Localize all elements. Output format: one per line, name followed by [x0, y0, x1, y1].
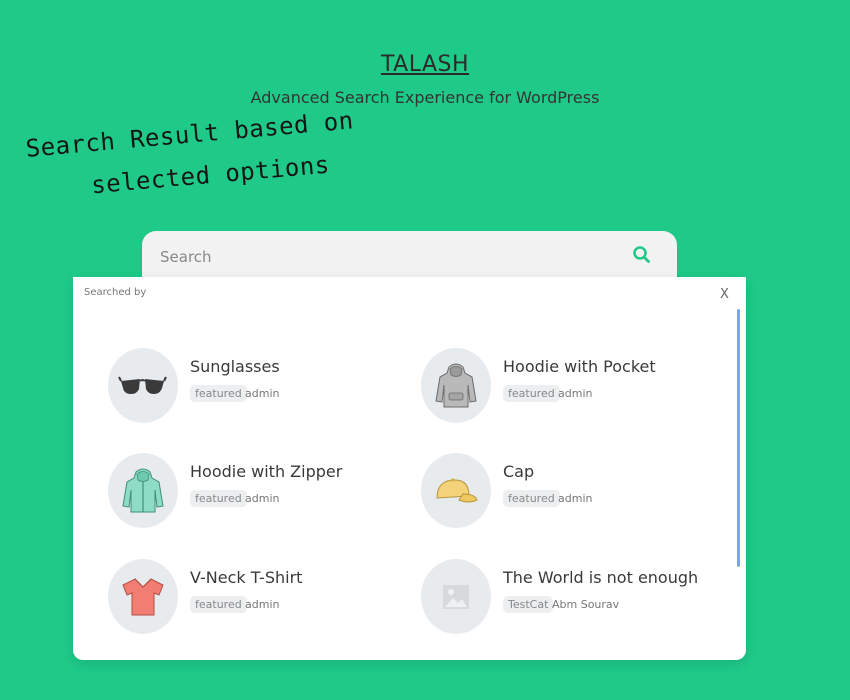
annotation-text: Search Result based on selected options — [24, 97, 390, 212]
result-thumbnail — [108, 453, 178, 528]
result-tag: featured — [190, 490, 247, 507]
result-title: V-Neck T-Shirt — [190, 568, 303, 587]
result-tag: featured — [190, 385, 247, 402]
search-results-panel: Searched by X Sunglasses featured admin … — [73, 277, 746, 660]
result-item-hoodie-with-zipper[interactable]: Hoodie with Zipper featured admin — [108, 453, 408, 529]
result-author: Abm Sourav — [552, 598, 620, 611]
result-item-the-world-is-not-enough[interactable]: The World is not enough TestCat Abm Sour… — [421, 559, 721, 635]
close-button[interactable]: X — [720, 287, 729, 302]
result-thumbnail — [108, 559, 178, 634]
scrollbar[interactable] — [737, 309, 740, 567]
result-item-v-neck-t-shirt[interactable]: V-Neck T-Shirt featured admin — [108, 559, 408, 635]
search-button[interactable] — [630, 243, 654, 267]
result-thumbnail — [421, 348, 491, 423]
result-thumbnail — [421, 453, 491, 528]
result-author: admin — [558, 492, 593, 505]
result-tag: featured — [190, 596, 247, 613]
page-tagline: Advanced Search Experience for WordPress — [250, 88, 600, 107]
result-thumbnail — [108, 348, 178, 423]
image-placeholder-icon — [443, 584, 469, 609]
result-title: Hoodie with Zipper — [190, 462, 343, 481]
result-author: admin — [558, 387, 593, 400]
cap-icon — [436, 477, 478, 502]
result-title: Cap — [503, 462, 535, 481]
result-tag: TestCat — [503, 596, 554, 613]
tshirt-icon — [122, 577, 164, 615]
hoodie-pocket-icon — [435, 363, 477, 407]
page-title: TALASH — [380, 52, 470, 77]
search-input[interactable] — [158, 245, 612, 269]
searched-by-label: Searched by — [84, 287, 147, 298]
hoodie-zipper-icon — [122, 468, 164, 512]
result-item-sunglasses[interactable]: Sunglasses featured admin — [108, 348, 408, 424]
sunglasses-icon — [118, 376, 167, 394]
result-item-cap[interactable]: Cap featured admin — [421, 453, 721, 529]
result-item-hoodie-with-pocket[interactable]: Hoodie with Pocket featured admin — [421, 348, 721, 424]
search-icon — [633, 246, 650, 263]
result-tag: featured — [503, 385, 560, 402]
result-tag: featured — [503, 490, 560, 507]
result-author: admin — [245, 598, 280, 611]
result-title: The World is not enough — [503, 568, 699, 587]
result-author: admin — [245, 492, 280, 505]
result-title: Sunglasses — [190, 357, 280, 376]
result-author: admin — [245, 387, 280, 400]
result-title: Hoodie with Pocket — [503, 357, 656, 376]
result-thumbnail — [421, 559, 491, 634]
